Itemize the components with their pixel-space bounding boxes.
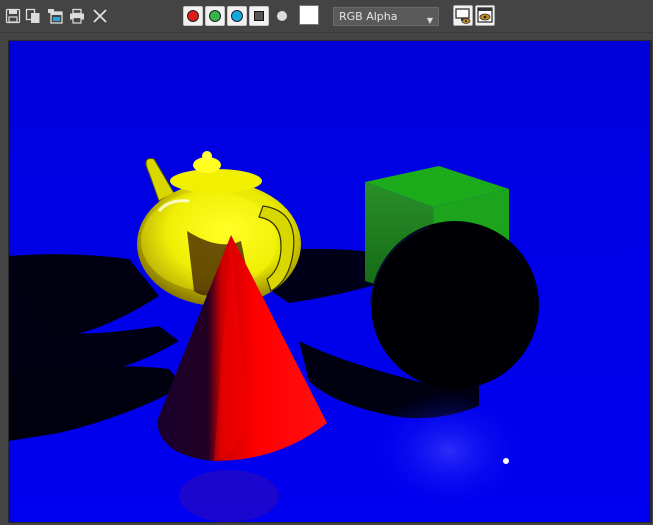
blue-channel-button[interactable] <box>227 6 247 26</box>
alpha-channel-icon <box>254 11 264 21</box>
sphere-object <box>370 221 539 389</box>
copy-icon[interactable] <box>25 8 41 24</box>
cone-reflection <box>179 470 279 522</box>
alpha-channel-button[interactable] <box>249 6 269 26</box>
toolbar: RGB Alpha ▼ <box>0 0 653 33</box>
monochrome-toggle-icon[interactable] <box>277 11 287 21</box>
specular-highlight <box>503 458 509 464</box>
monitor-icon <box>455 8 471 24</box>
display-channel-dropdown[interactable]: RGB Alpha ▼ <box>333 7 439 26</box>
print-icon[interactable] <box>69 8 85 24</box>
chevron-down-icon: ▼ <box>426 16 433 25</box>
green-channel-button[interactable] <box>205 6 225 26</box>
red-channel-button[interactable] <box>183 6 203 26</box>
display-toggle-button[interactable] <box>453 5 473 26</box>
view-image-button[interactable] <box>475 5 495 26</box>
rendered-frame-window: RGB Alpha ▼ <box>0 0 653 525</box>
blue-channel-icon <box>231 10 243 22</box>
clone-window-icon[interactable] <box>47 8 63 24</box>
green-channel-icon <box>209 10 221 22</box>
color-swatch[interactable] <box>299 5 319 25</box>
eye-window-icon <box>477 7 493 23</box>
save-icon[interactable] <box>5 8 21 24</box>
render-viewport-frame <box>8 40 652 523</box>
close-icon[interactable] <box>92 8 108 24</box>
sphere-reflection <box>369 391 529 511</box>
display-channel-value: RGB Alpha <box>339 10 398 23</box>
red-channel-icon <box>187 10 199 22</box>
rendered-image[interactable] <box>9 41 650 522</box>
